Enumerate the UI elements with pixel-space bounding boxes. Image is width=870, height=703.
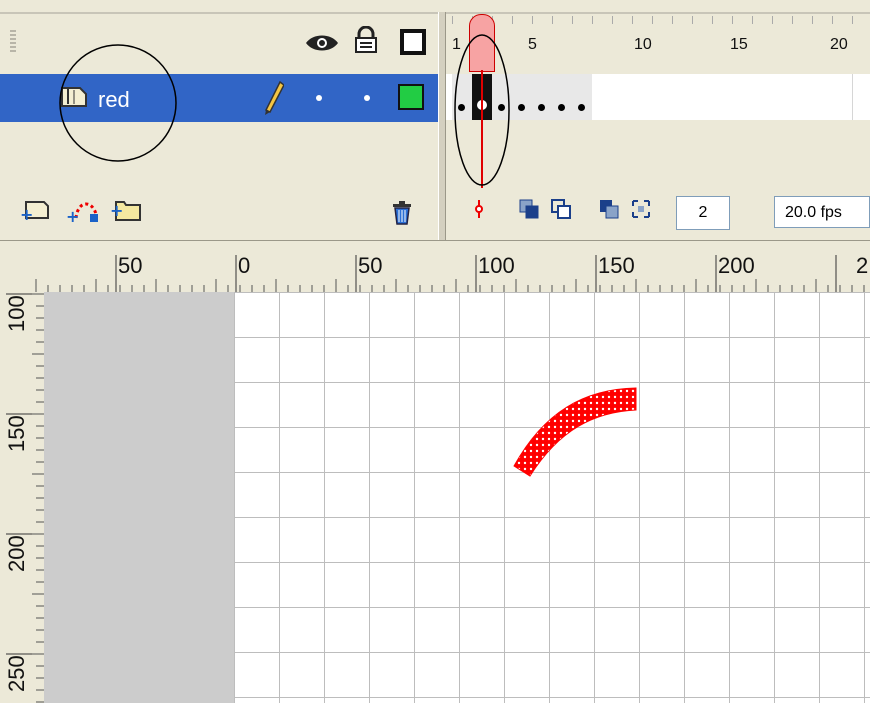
ruler-label: 50 xyxy=(118,253,143,278)
ruler-label: 250 xyxy=(4,655,29,692)
ruler-label: 200 xyxy=(4,535,29,572)
ruler-label: 150 xyxy=(4,415,29,452)
vertical-ruler-ticks xyxy=(6,293,44,703)
pasteboard xyxy=(44,292,234,703)
ruler-label: 0 xyxy=(238,253,251,278)
layer-annotation-circle xyxy=(59,44,177,162)
annotation-circles xyxy=(59,34,510,186)
ruler-label: 100 xyxy=(4,295,29,332)
red-arc-shape[interactable] xyxy=(234,292,870,703)
ruler-label: 2 xyxy=(856,253,869,278)
ruler-label: 100 xyxy=(478,253,515,278)
horizontal-ruler: 50 0 50 100 150 200 2 xyxy=(0,240,870,293)
ruler-label: 200 xyxy=(718,253,755,278)
frame-annotation-ellipse xyxy=(454,34,510,186)
stage[interactable] xyxy=(234,292,870,703)
ruler-label: 150 xyxy=(598,253,635,278)
vertical-ruler: 100 150 200 250 xyxy=(0,292,44,703)
ruler-label: 50 xyxy=(358,253,383,278)
